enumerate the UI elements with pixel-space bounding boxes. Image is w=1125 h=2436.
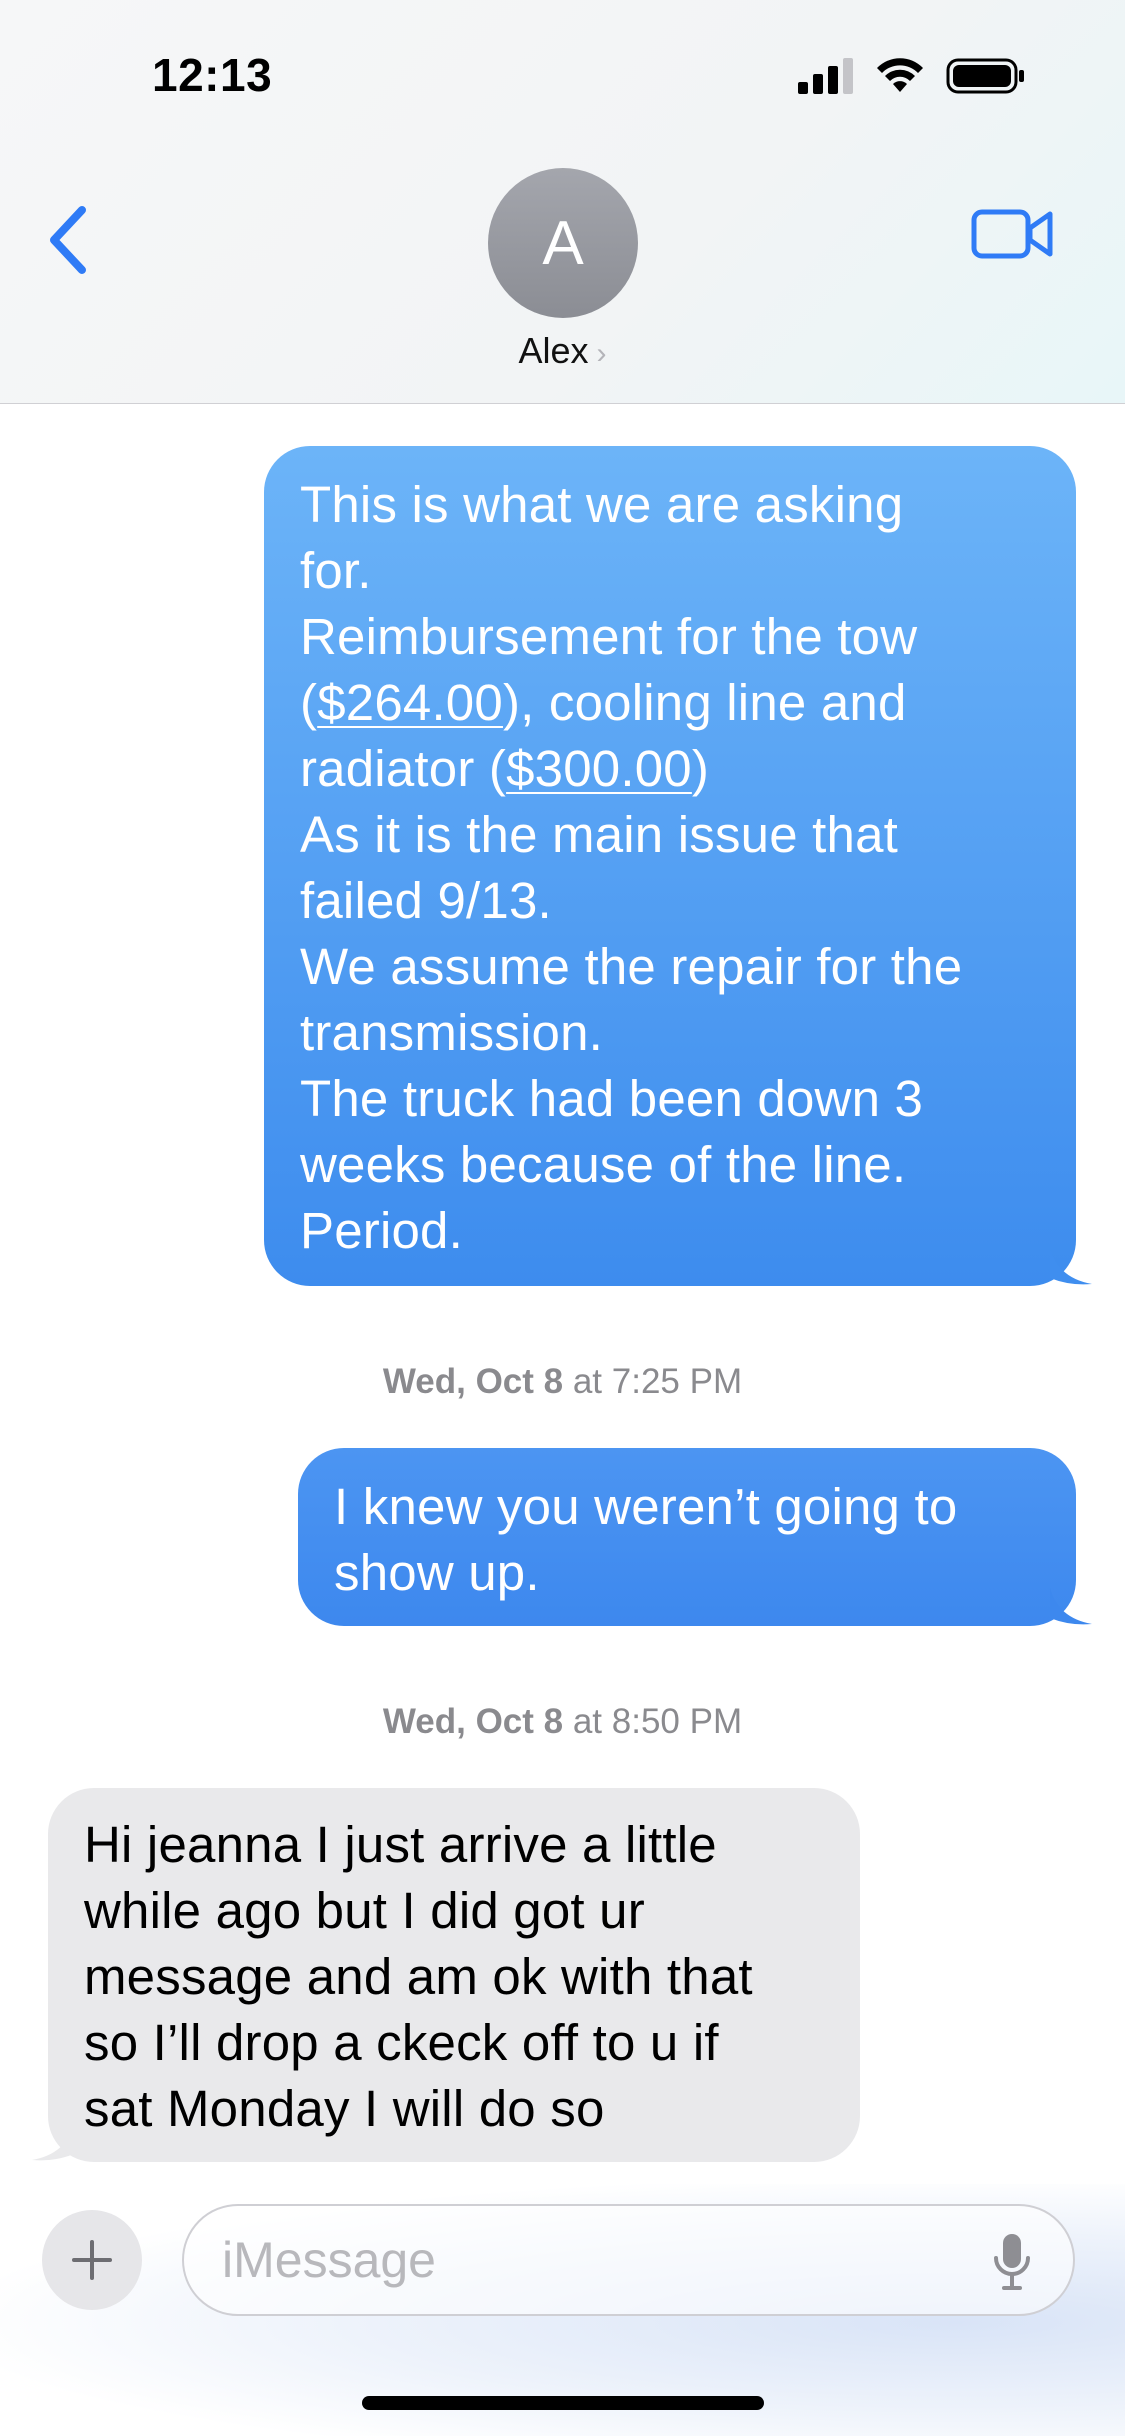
message-line: while ago but I did got ur — [84, 1882, 645, 1939]
message-line: As it is the main issue that — [300, 806, 899, 863]
message-timestamp: Wed, Oct 8 at 7:25 PM — [0, 1362, 1125, 1402]
message-line: ($264.00), cooling line and — [300, 674, 907, 731]
home-indicator — [362, 2396, 764, 2410]
conversation-header: 12:13 A Alex › — [0, 0, 1125, 404]
message-line: This is what we are asking — [300, 476, 904, 533]
contact-name: Alex — [518, 330, 589, 371]
message-line: for. — [300, 542, 372, 599]
video-camera-icon[interactable] — [970, 206, 1054, 262]
message-line: I knew you weren’t going to — [334, 1478, 958, 1535]
wifi-icon — [877, 58, 923, 92]
bubble-tail — [1050, 1248, 1092, 1285]
message-line: The truck had been down 3 — [300, 1070, 924, 1127]
plus-icon — [72, 2240, 112, 2280]
message-line: failed 9/13. — [300, 872, 552, 929]
status-time: 12:13 — [152, 49, 273, 101]
message-line: We assume the repair for the — [300, 938, 963, 995]
message-bubble-outgoing[interactable]: This is what we are asking for. Reimburs… — [264, 446, 1076, 1286]
message-line: radiator ($300.00) — [300, 740, 710, 797]
message-bubble-outgoing[interactable]: I knew you weren’t going to show up. — [298, 1448, 1076, 1626]
message-line: sat Monday I will do so — [84, 2080, 605, 2137]
battery-icon — [946, 58, 1024, 94]
message-line: weeks because of the line. — [300, 1136, 907, 1193]
timestamp-day: Wed, Oct 8 — [382, 1362, 564, 1401]
bubble-tail — [32, 2124, 74, 2161]
message-bubble-incoming[interactable]: Hi jeanna I just arrive a little while a… — [48, 1788, 860, 2162]
message-line: so I’ll drop a ckeck off to u if — [84, 2014, 719, 2071]
microphone-icon[interactable] — [992, 2232, 1032, 2292]
timestamp-time: at 7:25 PM — [572, 1362, 743, 1401]
contact-name-button[interactable]: Alex › — [0, 330, 1125, 372]
bubble-tail — [1050, 1588, 1092, 1625]
message-line: message and am ok with that — [84, 1948, 753, 2005]
back-chevron-icon[interactable] — [40, 200, 100, 280]
imessage-input[interactable]: iMessage — [182, 2204, 1075, 2316]
message-line: Hi jeanna I just arrive a little — [84, 1816, 717, 1873]
signal-icon — [798, 58, 853, 94]
message-timestamp: Wed, Oct 8 at 8:50 PM — [0, 1702, 1125, 1742]
chevron-right-icon: › — [596, 337, 607, 370]
amount-link[interactable]: $300.00 — [506, 740, 692, 797]
amount-link[interactable]: $264.00 — [317, 674, 503, 731]
contact-avatar[interactable]: A — [488, 168, 638, 318]
message-line: transmission. — [300, 1004, 604, 1061]
message-line: show up. — [334, 1544, 540, 1601]
timestamp-time: at 8:50 PM — [572, 1702, 743, 1741]
timestamp-day: Wed, Oct 8 — [382, 1702, 564, 1741]
message-line: Reimbursement for the tow — [300, 608, 918, 665]
message-line: Period. — [300, 1202, 463, 1259]
add-attachment-button[interactable] — [42, 2210, 142, 2310]
